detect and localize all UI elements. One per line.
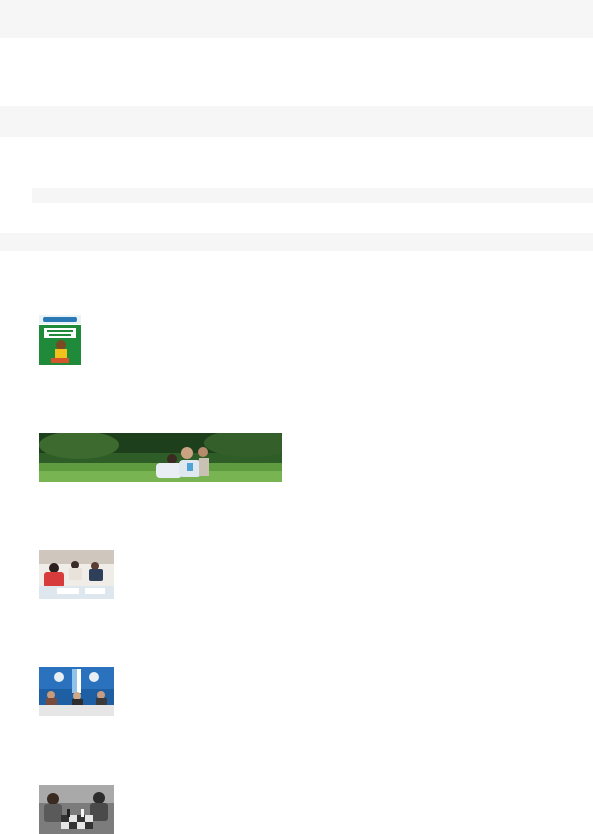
- chess-photo: [39, 785, 114, 834]
- family-park-thumbnail[interactable]: [39, 433, 282, 482]
- section-band-3: [0, 233, 593, 251]
- classroom-photo: [39, 550, 114, 599]
- book-cover-image: [39, 315, 81, 365]
- park-photo: [39, 433, 282, 482]
- publication-cover-thumbnail[interactable]: [39, 315, 81, 365]
- chess-thumbnail[interactable]: [39, 785, 114, 834]
- press-conference-thumbnail[interactable]: [39, 667, 114, 716]
- top-bar: [0, 0, 593, 38]
- section-band-1: [0, 106, 593, 137]
- conference-photo: [39, 667, 114, 716]
- section-band-2: [32, 188, 593, 203]
- classroom-thumbnail[interactable]: [39, 550, 114, 599]
